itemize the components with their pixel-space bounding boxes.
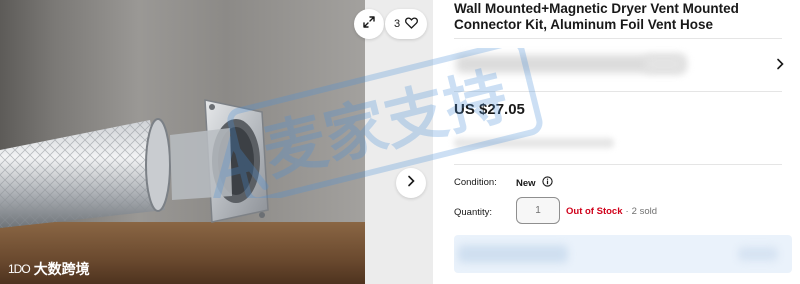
divider (454, 164, 782, 165)
next-image-button[interactable] (396, 168, 426, 198)
logo-text: 大数跨境 (33, 261, 90, 277)
seller-info-row[interactable] (454, 38, 785, 92)
condition-label: Condition: (454, 177, 497, 188)
expand-arrows-icon (363, 15, 375, 33)
condition-text: New (516, 177, 536, 189)
quantity-label: Quantity: (454, 207, 493, 218)
chevron-right-icon (406, 174, 416, 192)
logo-mark: 1DO (8, 262, 31, 276)
price-details-redacted (454, 138, 614, 148)
dryer-vent-illustration (0, 99, 269, 228)
price: US $27.05 (454, 101, 525, 118)
heart-icon (405, 17, 419, 32)
seller-feedback-redacted (644, 55, 684, 73)
out-of-stock-text: Out of Stock (566, 206, 623, 217)
expand-button[interactable] (354, 9, 384, 39)
condition-value: New (516, 176, 553, 190)
info-icon[interactable] (541, 176, 553, 190)
buy-button-area[interactable] (454, 235, 792, 273)
sold-count: 2 sold (631, 206, 658, 217)
stock-status: Out of Stock · 2 sold (566, 206, 657, 217)
watermark-logo: 1DO 大数跨境 (8, 259, 90, 279)
buy-button-label-redacted (458, 245, 568, 263)
chevron-right-icon (776, 57, 785, 75)
listing-title: Wall Mounted+Magnetic Dryer Vent Mounted… (454, 1, 739, 32)
image-gallery[interactable]: 3 1DO 大数跨境 (0, 0, 433, 284)
buy-button-extra-redacted (738, 247, 778, 261)
separator: · (625, 206, 629, 217)
watch-count: 3 (393, 18, 401, 30)
listing-panel: Wall Mounted+Magnetic Dryer Vent Mounted… (440, 0, 800, 284)
gallery-side-strip (365, 0, 433, 284)
quantity-input[interactable]: 1 (516, 197, 560, 224)
watch-button[interactable]: 3 (385, 9, 427, 39)
